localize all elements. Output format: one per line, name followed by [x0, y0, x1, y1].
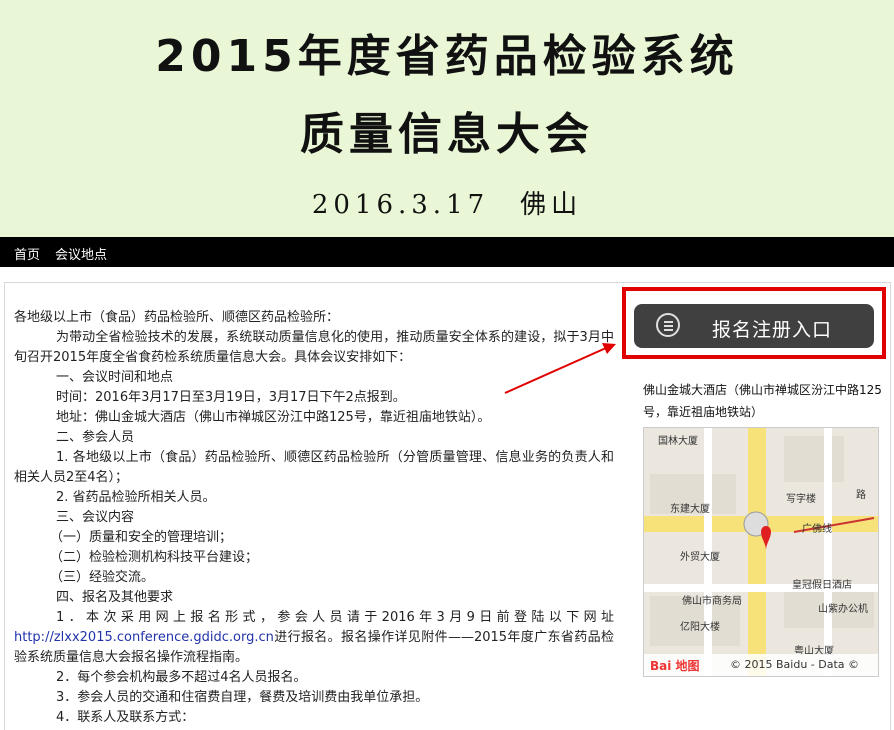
map-label: 国林大厦 — [658, 436, 698, 447]
register-button-label: 报名注册入口 — [712, 319, 833, 341]
map-label: 东建大厦 — [670, 504, 710, 515]
map-label: 路 — [856, 490, 866, 501]
map-label: 亿阳大楼 — [680, 622, 720, 633]
map-label: 皇冠假日酒店 — [792, 580, 852, 591]
map-copyright: © 2015 Baidu - Data © — [730, 658, 860, 671]
map-label: 佛山市商务局 — [682, 596, 742, 607]
map-label: 写字楼 — [786, 494, 816, 505]
map-label: 广佛线 — [802, 524, 832, 535]
map-label: 山紫办公机 — [818, 604, 868, 615]
baidu-map-logo: Bai 地图 — [650, 659, 700, 673]
hotel-address: 佛山金城大酒店（佛山市禅城区汾江中路125号，靠近祖庙地铁站） — [643, 383, 882, 419]
map-label: 外贸大厦 — [680, 552, 720, 563]
map-footer: Bai 地图 © 2015 Baidu - Data © — [644, 654, 878, 676]
list-icon — [656, 313, 680, 337]
location-map[interactable]: 国林大厦 东建大厦 写字楼 广佛线 外贸大厦 皇冠假日酒店 佛山市商务局 山紫办… — [643, 427, 879, 677]
register-button[interactable]: 报名注册入口 — [634, 304, 874, 348]
